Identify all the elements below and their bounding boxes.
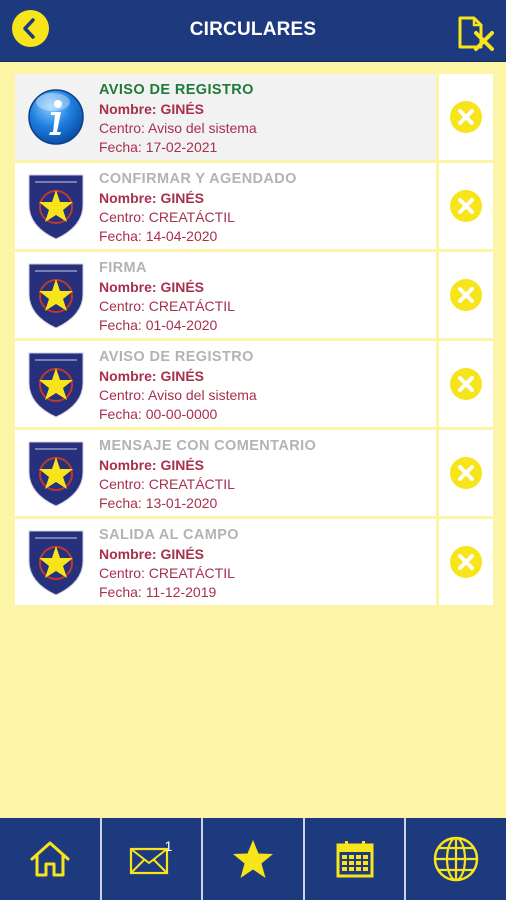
circular-title: MENSAJE CON COMENTARIO — [99, 438, 317, 454]
circular-thumbnail — [23, 438, 89, 508]
tab-web[interactable] — [404, 818, 506, 900]
circular-center: Centro: CREATÁCTIL — [99, 298, 235, 314]
circular-date: Fecha: 17-02-2021 — [99, 139, 218, 155]
globe-icon — [433, 836, 479, 882]
star-icon — [232, 840, 273, 878]
tab-home[interactable] — [0, 818, 100, 900]
circular-row: AVISO DE REGISTRO Nombre: GINÉS Centro: Av… — [15, 341, 493, 427]
circular-thumbnail — [23, 349, 89, 419]
delete-cell — [439, 252, 493, 338]
circular-thumbnail — [23, 527, 89, 597]
circular-date: Fecha: 14-04-2020 — [99, 228, 218, 244]
delete-circular-button[interactable] — [450, 190, 482, 222]
close-circle-icon — [450, 101, 482, 133]
close-circle-icon — [450, 190, 482, 222]
delete-cell — [439, 341, 493, 427]
circular-row: FIRMA Nombre: GINÉS Centro: CREATÁCTIL Fech… — [15, 252, 493, 338]
circular-name: Nombre: GINÉS — [99, 546, 205, 562]
tab-favorites[interactable] — [201, 818, 303, 900]
circular-center: Centro: CREATÁCTIL — [99, 476, 235, 492]
circular-row: AVISO DE REGISTRO Nombre: GINÉS Centro: Av… — [15, 74, 493, 160]
circular-row: MENSAJE CON COMENTARIO Nombre: GINÉS Centr… — [15, 430, 493, 516]
salesianos-crest-icon — [28, 441, 84, 507]
circular-card[interactable]: MENSAJE CON COMENTARIO Nombre: GINÉS Centr… — [15, 430, 436, 516]
delete-circular-button[interactable] — [450, 101, 482, 133]
circular-title: CONFIRMAR Y AGENDADO — [99, 171, 297, 187]
delete-circular-button[interactable] — [450, 546, 482, 578]
circular-date: Fecha: 01-04-2020 — [99, 317, 218, 333]
salesianos-crest-icon — [28, 263, 84, 329]
circular-title: AVISO DE REGISTRO — [99, 82, 254, 98]
circular-center: Centro: CREATÁCTIL — [99, 565, 235, 581]
tab-calendar[interactable] — [302, 818, 405, 900]
circular-date: Fecha: 13-01-2020 — [99, 495, 218, 511]
page-title: CIRCULARES — [189, 19, 317, 40]
delete-circular-button[interactable] — [450, 457, 482, 489]
circular-thumbnail — [23, 260, 89, 330]
circular-center: Centro: Aviso del sistema — [99, 120, 257, 136]
clear-all-button[interactable] — [456, 14, 496, 52]
delete-cell — [439, 430, 493, 516]
circular-center: Centro: CREATÁCTIL — [99, 209, 235, 225]
app-header: CIRCULARES — [0, 0, 506, 62]
circular-name: Nombre: GINÉS — [99, 190, 205, 206]
circular-text: AVISO DE REGISTRO Nombre: GINÉS Centro: Av… — [99, 81, 432, 157]
circulars-list: AVISO DE REGISTRO Nombre: GINÉS Centro: Av… — [15, 74, 493, 608]
delete-cell — [439, 163, 493, 249]
close-circle-icon — [450, 546, 482, 578]
messages-badge: 1 — [164, 838, 173, 854]
circular-card[interactable]: FIRMA Nombre: GINÉS Centro: CREATÁCTIL Fech… — [15, 252, 436, 338]
circular-row: CONFIRMAR Y AGENDADO Nombre: GINÉS Centro:… — [15, 163, 493, 249]
home-icon — [30, 841, 70, 877]
circular-text: FIRMA Nombre: GINÉS Centro: CREATÁCTIL Fech… — [99, 259, 432, 335]
circular-date: Fecha: 11-12-2019 — [99, 584, 217, 600]
tab-messages[interactable]: 1 — [99, 818, 202, 900]
delete-cell — [439, 74, 493, 160]
circular-text: SALIDA AL CAMPO Nombre: GINÉS Centro: CREA… — [99, 526, 432, 602]
circular-name: Nombre: GINÉS — [99, 279, 205, 295]
close-circle-icon — [450, 457, 482, 489]
circular-card[interactable]: AVISO DE REGISTRO Nombre: GINÉS Centro: Av… — [15, 341, 436, 427]
circular-text: MENSAJE CON COMENTARIO Nombre: GINÉS Centr… — [99, 437, 432, 513]
delete-cell — [439, 519, 493, 605]
circular-card[interactable]: CONFIRMAR Y AGENDADO Nombre: GINÉS Centro:… — [15, 163, 436, 249]
circular-name: Nombre: GINÉS — [99, 457, 205, 473]
calendar-icon — [336, 841, 374, 878]
close-circle-icon — [450, 368, 482, 400]
close-circle-icon — [450, 279, 482, 311]
circular-card[interactable]: AVISO DE REGISTRO Nombre: GINÉS Centro: Av… — [15, 74, 436, 160]
document-delete-icon — [458, 16, 494, 51]
salesianos-crest-icon — [28, 530, 84, 596]
circular-center: Centro: Aviso del sistema — [99, 387, 257, 403]
circular-thumbnail — [23, 82, 89, 152]
circular-title: FIRMA — [99, 260, 147, 276]
circular-text: AVISO DE REGISTRO Nombre: GINÉS Centro: Av… — [99, 348, 432, 424]
circular-text: CONFIRMAR Y AGENDADO Nombre: GINÉS Centro:… — [99, 170, 432, 246]
circular-row: SALIDA AL CAMPO Nombre: GINÉS Centro: CREA… — [15, 519, 493, 605]
delete-circular-button[interactable] — [450, 368, 482, 400]
circular-card[interactable]: SALIDA AL CAMPO Nombre: GINÉS Centro: CREA… — [15, 519, 436, 605]
circular-title: SALIDA AL CAMPO — [99, 527, 239, 543]
circular-title: AVISO DE REGISTRO — [99, 349, 254, 365]
bottom-tab-bar: 1 — [0, 818, 506, 900]
circular-date: Fecha: 00-00-0000 — [99, 406, 218, 422]
info-icon — [28, 89, 84, 145]
circular-thumbnail — [23, 171, 89, 241]
circular-name: Nombre: GINÉS — [99, 368, 205, 384]
circular-name: Nombre: GINÉS — [99, 101, 205, 117]
salesianos-crest-icon — [28, 352, 84, 418]
delete-circular-button[interactable] — [450, 279, 482, 311]
salesianos-crest-icon — [28, 174, 84, 240]
